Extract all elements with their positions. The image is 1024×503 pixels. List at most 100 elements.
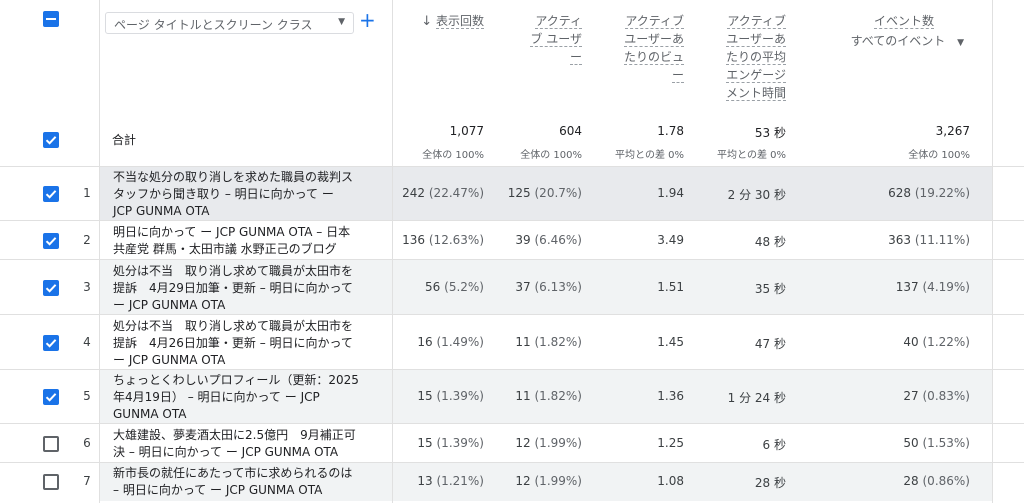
- event-filter-label: すべてのイベント: [850, 34, 946, 48]
- cell-active-users-value: 125: [507, 186, 531, 200]
- cell-views-per-user-value: 3.49: [657, 233, 684, 247]
- column-header-engagement-time[interactable]: アクティブ ユーザーあ たりの平均 エンゲージ メント時間: [700, 12, 786, 102]
- column-header-views-per-user[interactable]: アクティブ ユーザーあ たりのビュ ー: [600, 12, 684, 84]
- total-event-count: 3,267: [935, 124, 970, 138]
- table-row[interactable]: 2 明日に向かって ー JCP GUNMA OTA – 日本 共産党 群馬・太田市議…: [0, 220, 1024, 260]
- page-title-line: ちょっとくわしいプロフィール（更新：2025: [113, 373, 359, 387]
- row-number: 5: [83, 389, 91, 403]
- page-title-line: 提訴 4月26日加筆・更新 – 明日に向かって: [113, 336, 353, 350]
- cell-active-users-percent: (1.99%): [530, 436, 583, 450]
- cell-views-percent: (1.21%): [432, 474, 485, 488]
- page-title-cell[interactable]: ちょっとくわしいプロフィール（更新：2025 年4月19日） – 明日に向かって …: [113, 372, 383, 423]
- column-header-label: イベント数: [873, 14, 934, 29]
- table-row[interactable]: 6 大雄建設、夢麦酒太田に2.5億円 9月補正可決 – 明日に向かって ー JCP…: [0, 423, 1024, 463]
- cell-event-count-value: 363: [888, 233, 912, 247]
- cell-engagement-time: 35 秒: [696, 280, 786, 297]
- cell-engagement-time-value: 2 分 30 秒: [727, 188, 786, 202]
- total-views-sub: 全体の 100%: [422, 150, 484, 161]
- check-icon: [45, 284, 57, 293]
- table-row[interactable]: 7 新市長の就任にあたって市に求められるのは – 明日に向かって ー JCP GUN…: [0, 462, 1024, 501]
- cell-event-count-percent: (0.83%): [918, 389, 971, 403]
- page-title-line: GUNMA OTA: [113, 407, 187, 421]
- row-checkbox[interactable]: [43, 335, 59, 351]
- column-header-line: ブ ユーザ: [530, 32, 582, 47]
- cell-views-percent: (1.49%): [432, 335, 485, 349]
- cell-active-users-value: 12: [515, 436, 531, 450]
- cell-views-per-user: 1.08: [594, 474, 684, 488]
- cell-active-users: 39 (6.46%): [494, 233, 582, 247]
- cell-views-per-user: 1.45: [594, 335, 684, 349]
- page-title-line: 年4月19日） – 明日に向かって ー JCP: [113, 390, 320, 404]
- page-title-cell[interactable]: 新市長の就任にあたって市に求められるのは – 明日に向かって ー JCP GUNM…: [113, 465, 383, 499]
- column-header-event-count[interactable]: イベント数: [830, 12, 934, 30]
- table-row[interactable]: 4 処分は不当 取り消し求めて職員が太田市を 提訴 4月26日加筆・更新 – 明日に…: [0, 314, 1024, 370]
- page-title-cell[interactable]: 処分は不当 取り消し求めて職員が太田市を 提訴 4月26日加筆・更新 – 明日に向…: [113, 318, 383, 369]
- row-checkbox[interactable]: [43, 436, 59, 452]
- cell-views-per-user: 1.51: [594, 280, 684, 294]
- cell-active-users-percent: (1.82%): [530, 389, 583, 403]
- cell-engagement-time-value: 1 分 24 秒: [727, 391, 786, 405]
- cell-event-count-percent: (1.22%): [918, 335, 971, 349]
- column-header-line: ユーザーあ: [624, 32, 684, 47]
- column-header-line: アクティ: [535, 14, 582, 29]
- cell-event-count-value: 28: [903, 474, 919, 488]
- total-engagement-time: 53 秒: [754, 126, 786, 140]
- row-checkbox[interactable]: [43, 233, 59, 249]
- table-row[interactable]: 5 ちょっとくわしいプロフィール（更新：2025 年4月19日） – 明日に向かって…: [0, 369, 1024, 424]
- cell-active-users-percent: (20.7%): [530, 186, 583, 200]
- cell-views-value: 15: [417, 389, 433, 403]
- page-title-cell[interactable]: 不当な処分の取り消しを求めた職員の裁判ス タッフから聞き取り – 明日に向かって …: [113, 169, 383, 220]
- page-title-cell[interactable]: 大雄建設、夢麦酒太田に2.5億円 9月補正可決 – 明日に向かって ー JCP …: [113, 427, 383, 461]
- cell-views-per-user-value: 1.08: [657, 474, 684, 488]
- cell-engagement-time-value: 35 秒: [754, 282, 786, 296]
- column-header-line: メント時間: [725, 86, 786, 101]
- column-header-line: ー: [671, 68, 684, 83]
- cell-engagement-time-value: 48 秒: [754, 235, 786, 249]
- column-header-line: たりのビュ: [623, 50, 684, 65]
- column-header-active-users[interactable]: アクティ ブ ユーザ ー: [506, 12, 582, 66]
- sort-arrow-down-icon: ↓: [421, 14, 433, 29]
- column-divider: [392, 0, 393, 503]
- table-row[interactable]: 3 処分は不当 取り消し求めて職員が太田市を 提訴 4月29日加筆・更新 – 明日に…: [0, 259, 1024, 315]
- cell-views: 136 (12.63%): [396, 233, 484, 247]
- cell-event-count-value: 27: [903, 389, 919, 403]
- row-number: 1: [83, 186, 91, 200]
- cell-views-value: 56: [425, 280, 441, 294]
- cell-views-value: 13: [417, 474, 433, 488]
- cell-event-count: 27 (0.83%): [850, 389, 970, 403]
- total-views: 1,077: [449, 124, 484, 138]
- cell-event-count-percent: (11.11%): [911, 233, 970, 247]
- row-number: 3: [83, 280, 91, 294]
- cell-event-count-value: 137: [895, 280, 919, 294]
- event-filter-dropdown[interactable]: すべてのイベント ▼: [830, 32, 964, 52]
- cell-engagement-time-value: 47 秒: [754, 337, 786, 351]
- caret-down-icon: ▼: [338, 17, 345, 27]
- row-checkbox[interactable]: [43, 474, 59, 490]
- column-header-line: アクティブ: [625, 14, 684, 29]
- dimension-select[interactable]: ページ タイトルとスクリーン クラス ▼: [105, 12, 354, 34]
- totals-checkbox[interactable]: [43, 132, 59, 148]
- cell-views-percent: (22.47%): [425, 186, 484, 200]
- page-title-line: ー JCP GUNMA OTA: [113, 353, 226, 367]
- page-title-cell[interactable]: 処分は不当 取り消し求めて職員が太田市を 提訴 4月29日加筆・更新 – 明日に向…: [113, 263, 383, 314]
- add-dimension-button[interactable]: +: [359, 10, 376, 30]
- cell-views-percent: (1.39%): [432, 389, 485, 403]
- dimension-select-label: ページ タイトルとスクリーン クラス: [114, 18, 313, 32]
- cell-views: 56 (5.2%): [396, 280, 484, 294]
- page-title-cell[interactable]: 明日に向かって ー JCP GUNMA OTA – 日本 共産党 群馬・太田市議 …: [113, 224, 383, 258]
- cell-views-value: 15: [417, 436, 433, 450]
- select-all-checkbox[interactable]: [43, 11, 59, 27]
- minus-icon: [46, 18, 56, 20]
- cell-views: 16 (1.49%): [396, 335, 484, 349]
- column-header-views[interactable]: ↓ 表示回数: [400, 12, 484, 31]
- cell-active-users-value: 11: [515, 389, 531, 403]
- page-title-line: タッフから聞き取り – 明日に向かって ー: [113, 187, 334, 201]
- check-icon: [45, 393, 57, 402]
- cell-event-count-percent: (19.22%): [911, 186, 970, 200]
- total-views-per-user-sub: 平均との差 0%: [615, 150, 684, 161]
- totals-label: 合計: [112, 133, 137, 147]
- row-checkbox[interactable]: [43, 389, 59, 405]
- row-checkbox[interactable]: [43, 280, 59, 296]
- table-row[interactable]: 1 不当な処分の取り消しを求めた職員の裁判ス タッフから聞き取り – 明日に向かって…: [0, 166, 1024, 221]
- row-checkbox[interactable]: [43, 186, 59, 202]
